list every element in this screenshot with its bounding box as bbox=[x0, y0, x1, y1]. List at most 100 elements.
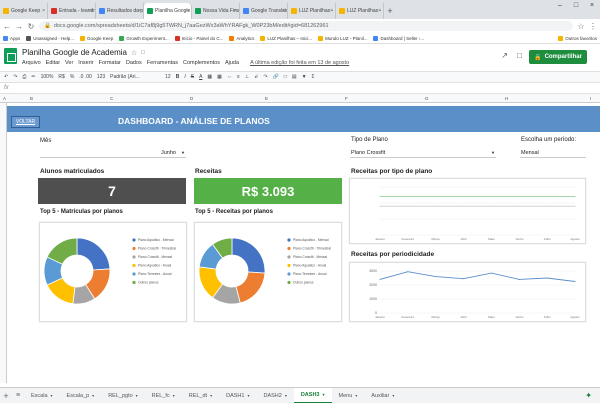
column-header[interactable]: I bbox=[590, 96, 591, 101]
browser-tab[interactable]: Planilha Google d × bbox=[144, 3, 192, 19]
menu-item[interactable]: Inserir bbox=[78, 60, 93, 66]
column-header[interactable]: E bbox=[265, 96, 268, 101]
bold-button[interactable]: B bbox=[176, 74, 180, 80]
menu-item[interactable]: Dados bbox=[126, 60, 142, 66]
menu-item[interactable]: Ver bbox=[65, 60, 73, 66]
browser-tab[interactable]: Google Translate × bbox=[240, 3, 288, 19]
menu-item[interactable]: Ajuda bbox=[225, 60, 239, 66]
undo-icon[interactable]: ↶ bbox=[4, 74, 8, 80]
column-header[interactable]: B bbox=[30, 96, 33, 101]
bookmark-item[interactable]: Analytics bbox=[229, 35, 254, 41]
column-header[interactable]: D bbox=[190, 96, 193, 101]
voltar-button[interactable]: VOLTAR bbox=[11, 116, 40, 128]
close-tab-icon[interactable]: × bbox=[42, 8, 45, 14]
wrap-icon[interactable]: ↲ bbox=[254, 74, 258, 80]
close-tab-icon[interactable]: × bbox=[138, 8, 141, 14]
forward-icon[interactable]: → bbox=[15, 22, 23, 31]
back-icon[interactable]: ← bbox=[3, 22, 11, 31]
sheet-tab[interactable]: REL_fc ▾ bbox=[145, 388, 182, 403]
browser-tab[interactable]: LUZ Planilhas - Pl × bbox=[288, 3, 336, 19]
close-tab-icon[interactable]: × bbox=[186, 8, 189, 14]
bookmark-item[interactable]: LUZ Planilhas – Inici... bbox=[260, 35, 312, 41]
menu-item[interactable]: Formatar bbox=[99, 60, 121, 66]
browser-tab[interactable]: Google Keep × bbox=[0, 3, 48, 19]
close-tab-icon[interactable]: × bbox=[234, 8, 237, 14]
print-icon[interactable]: ⎙ bbox=[22, 74, 26, 80]
close-tab-icon[interactable]: × bbox=[282, 8, 285, 14]
paint-format-icon[interactable]: ✏ bbox=[31, 74, 35, 80]
column-header[interactable]: H bbox=[505, 96, 508, 101]
italic-button[interactable]: I bbox=[184, 74, 185, 80]
reload-icon[interactable]: ↻ bbox=[27, 22, 35, 31]
tipo-plano-select[interactable]: Plano Crossfit ▼ bbox=[350, 148, 496, 158]
sheet-tab[interactable]: DASH2 ▾ bbox=[256, 388, 293, 403]
menu-dots-icon[interactable]: ⋮ bbox=[589, 22, 597, 31]
decimal-format-buttons[interactable]: .0 .00 bbox=[79, 74, 92, 80]
align-icon[interactable]: ≡ bbox=[237, 74, 240, 80]
sheet-tab[interactable]: Menu ▾ bbox=[332, 388, 365, 403]
column-header[interactable]: C bbox=[110, 96, 113, 101]
currency-format-button[interactable]: R$ bbox=[58, 74, 64, 80]
sheet-tab[interactable]: Escala_p ▾ bbox=[60, 388, 102, 403]
bookmark-item[interactable]: Outros favoritos bbox=[558, 35, 597, 41]
chart-icon[interactable]: ▤ bbox=[292, 74, 297, 80]
minimize-icon[interactable]: – bbox=[552, 0, 568, 12]
close-tab-icon[interactable]: × bbox=[330, 8, 333, 14]
bookmark-item[interactable]: Growth Experiment... bbox=[119, 35, 169, 41]
text-color-button[interactable]: A bbox=[199, 74, 202, 80]
column-header[interactable]: F bbox=[345, 96, 348, 101]
function-icon[interactable]: Σ bbox=[312, 74, 315, 80]
bookmark-item[interactable]: Dashboard | Seller ›... bbox=[373, 35, 424, 41]
share-button[interactable]: 🔒 Compartilhar bbox=[529, 50, 587, 64]
comments-icon[interactable]: □ bbox=[517, 51, 522, 60]
browser-tab[interactable]: Nossa Vida Finan × bbox=[192, 3, 240, 19]
menu-item[interactable]: Ferramentas bbox=[147, 60, 178, 66]
browser-tab[interactable]: LUZ Planilhas - Pl × bbox=[336, 3, 384, 19]
link-icon[interactable]: 🔗 bbox=[273, 74, 279, 80]
sheet-tab[interactable]: REL_dt ▾ bbox=[182, 388, 219, 403]
bookmark-item[interactable]: Unassigned - Help... bbox=[26, 35, 74, 41]
font-size-select[interactable]: 12 bbox=[165, 74, 171, 80]
folder-icon[interactable]: □ bbox=[141, 50, 145, 56]
sheet-tab[interactable]: REL_pgto ▾ bbox=[101, 388, 144, 403]
maximize-icon[interactable]: □ bbox=[568, 0, 584, 12]
zoom-select[interactable]: 100% bbox=[41, 74, 54, 80]
sheets-logo-icon[interactable] bbox=[4, 48, 17, 64]
explore-icon[interactable]: ✦ bbox=[585, 391, 592, 400]
more-formats-button[interactable]: 123 bbox=[97, 74, 105, 80]
bookmark-item[interactable]: Google Keep bbox=[80, 35, 113, 41]
all-sheets-icon[interactable]: ≡ bbox=[12, 392, 24, 399]
menu-item[interactable]: Arquivo bbox=[22, 60, 41, 66]
star-icon[interactable]: ☆ bbox=[577, 22, 585, 31]
sheet-tab[interactable]: Escala ▾ bbox=[24, 388, 60, 403]
fill-color-icon[interactable]: ▦ bbox=[207, 74, 212, 80]
browser-tab[interactable]: Resultados da pe × bbox=[96, 3, 144, 19]
activity-icon[interactable]: ↗ bbox=[501, 51, 508, 60]
add-sheet-icon[interactable]: + bbox=[0, 391, 12, 401]
sheet-tab[interactable]: DASH3 ▾ bbox=[293, 388, 332, 403]
column-header[interactable]: G bbox=[425, 96, 429, 101]
bookmark-item[interactable]: Mundo LUZ - Planil... bbox=[318, 35, 367, 41]
mes-select[interactable]: Junho ▼ bbox=[40, 148, 186, 158]
percent-format-button[interactable]: % bbox=[70, 74, 74, 80]
filter-icon[interactable]: ▼ bbox=[302, 74, 307, 80]
close-window-icon[interactable]: × bbox=[584, 0, 600, 12]
comment-icon[interactable]: □ bbox=[284, 74, 287, 80]
bookmark-item[interactable]: Apps bbox=[3, 35, 20, 41]
new-tab-button[interactable]: + bbox=[384, 3, 396, 19]
rotate-icon[interactable]: ↷ bbox=[263, 74, 267, 80]
valign-icon[interactable]: ⊥ bbox=[245, 74, 249, 80]
column-header[interactable]: A bbox=[3, 96, 6, 101]
close-tab-icon[interactable]: × bbox=[90, 8, 93, 14]
sheet-tab[interactable]: DASH1 ▾ bbox=[219, 388, 256, 403]
document-title[interactable]: Planilha Google de Academia bbox=[22, 48, 127, 57]
close-tab-icon[interactable]: × bbox=[378, 8, 381, 14]
bookmark-item[interactable]: Início - Painel do C... bbox=[174, 35, 223, 41]
formula-bar[interactable]: fx bbox=[0, 83, 600, 94]
browser-tab[interactable]: Entrada - leandro × bbox=[48, 3, 96, 19]
redo-icon[interactable]: ↷ bbox=[13, 74, 17, 80]
periodo-select[interactable]: Mensal bbox=[520, 148, 586, 158]
font-select[interactable]: Padrão (Ari... bbox=[110, 74, 160, 80]
merge-icon[interactable]: ⇔ bbox=[227, 74, 232, 80]
url-input[interactable]: 🔒 docs.google.com/spreadsheets/d/1iC7af8… bbox=[39, 21, 573, 31]
